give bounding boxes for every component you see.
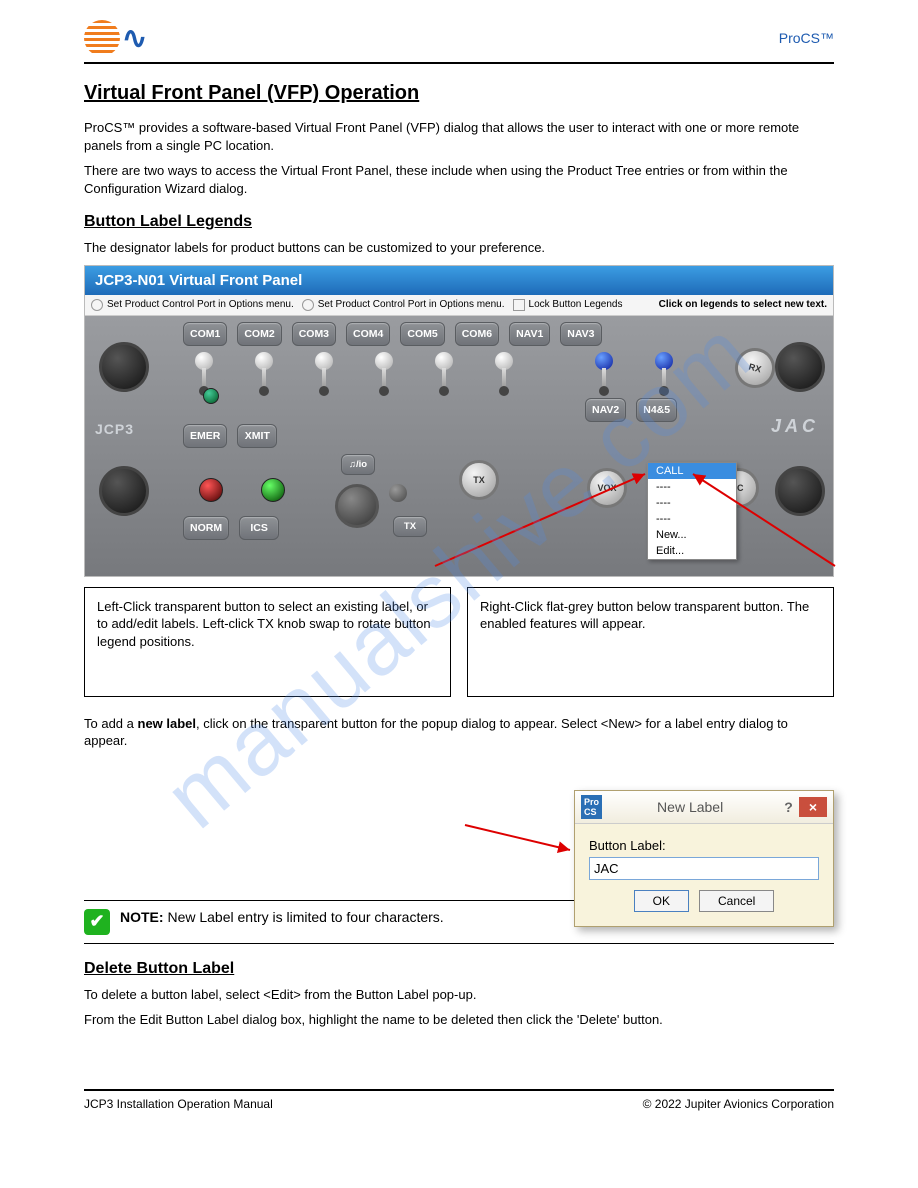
- checkmark-icon: ✔: [84, 909, 110, 935]
- lock-legends-checkbox[interactable]: Lock Button Legends: [513, 299, 623, 311]
- dropdown-item[interactable]: ----: [648, 479, 736, 495]
- footnote-right: Right-Click flat-grey button below trans…: [467, 587, 834, 697]
- com1-toggle[interactable]: [193, 352, 215, 392]
- footnote-row: Left-Click transparent button to select …: [84, 587, 834, 697]
- norm-led-red: [199, 478, 223, 502]
- vox-knob[interactable]: VOX: [587, 468, 627, 508]
- dropdown-item[interactable]: ----: [648, 495, 736, 511]
- sub2-title: Delete Button Label: [84, 960, 834, 978]
- large-knob-top-left[interactable]: [99, 342, 149, 392]
- n45-button[interactable]: N4&5: [636, 398, 677, 422]
- footnote-left: Left-Click transparent button to select …: [84, 587, 451, 697]
- footer-left: JCP3 Installation Operation Manual: [84, 1097, 273, 1111]
- header-product: ProCS™: [779, 30, 834, 46]
- status-led-green-small: [203, 388, 219, 404]
- emer-button[interactable]: EMER: [183, 424, 227, 448]
- dialog-icon: ProCS: [581, 795, 602, 819]
- large-knob-top-right[interactable]: [775, 342, 825, 392]
- tx-button[interactable]: TX: [393, 516, 427, 537]
- intro-p2: There are two ways to access the Virtual…: [84, 162, 834, 197]
- cancel-button[interactable]: Cancel: [699, 890, 774, 912]
- com1-button[interactable]: COM1: [183, 322, 227, 346]
- large-knob-bottom-right[interactable]: [775, 466, 825, 516]
- sub2-p2: From the Edit Button Label dialog box, h…: [84, 1011, 834, 1029]
- vfp-toolbar: Set Product Control Port in Options menu…: [85, 295, 833, 316]
- vfp-panel-body: JCP3 JAC COM1 COM2 COM3 COM4 COM5 COM6 N…: [85, 316, 833, 576]
- ok-button[interactable]: OK: [634, 890, 689, 912]
- dropdown-item-edit[interactable]: Edit...: [648, 543, 736, 559]
- intro-p1: ProCS™ provides a software-based Virtual…: [84, 119, 834, 154]
- close-icon[interactable]: ×: [799, 797, 827, 817]
- sub1-p: The designator labels for product button…: [84, 239, 834, 257]
- sub1-title: Button Label Legends: [84, 213, 834, 231]
- new-label-para: To add a new label, click on the transpa…: [84, 715, 834, 750]
- com4-button[interactable]: COM4: [346, 322, 390, 346]
- logo-globe-icon: [84, 20, 120, 56]
- tx-knob[interactable]: TX: [459, 460, 499, 500]
- page: manualshive.com ∿ ProCS™ Virtual Front P…: [0, 0, 918, 1151]
- large-knob-bottom-left[interactable]: [99, 466, 149, 516]
- com5-button[interactable]: COM5: [400, 322, 444, 346]
- ics-button[interactable]: ICS: [239, 516, 279, 540]
- nav2-button[interactable]: NAV2: [585, 398, 626, 422]
- vfp-hint: Click on legends to select new text.: [659, 299, 827, 310]
- section-title: Virtual Front Panel (VFP) Operation: [84, 82, 834, 105]
- xmit-button[interactable]: XMIT: [237, 424, 277, 448]
- com2-button[interactable]: COM2: [237, 322, 281, 346]
- vfp-titlebar: JCP3-N01 Virtual Front Panel: [85, 266, 833, 295]
- com3-toggle[interactable]: [313, 352, 335, 392]
- arrow-to-dialog-icon: [460, 820, 580, 860]
- top-button-row: COM1 COM2 COM3 COM4 COM5 COM6 NAV1 NAV3: [183, 322, 602, 346]
- page-footer: JCP3 Installation Operation Manual © 202…: [84, 1089, 834, 1111]
- nav3-toggle[interactable]: [653, 352, 675, 392]
- logo-wave-icon: ∿: [122, 21, 147, 56]
- audio-io-button[interactable]: ♫/io: [341, 454, 375, 475]
- ics-led-green: [261, 478, 285, 502]
- new-label-dialog: ProCS New Label ? × Button Label: OK Can…: [574, 790, 834, 927]
- vfp-option2-radio[interactable]: Set Product Control Port in Options menu…: [302, 299, 505, 311]
- com6-toggle[interactable]: [493, 352, 515, 392]
- nav1-button[interactable]: NAV1: [509, 322, 550, 346]
- nav-row: NAV2 N4&5: [585, 398, 677, 422]
- com5-toggle[interactable]: [433, 352, 455, 392]
- left-row-2: EMER XMIT: [183, 424, 277, 448]
- com2-toggle[interactable]: [253, 352, 275, 392]
- panel-model: JCP3: [95, 421, 134, 437]
- rx-knob[interactable]: RX: [731, 343, 780, 392]
- norm-button[interactable]: NORM: [183, 516, 229, 540]
- button-label-input[interactable]: [589, 857, 819, 880]
- com4-toggle[interactable]: [373, 352, 395, 392]
- com6-button[interactable]: COM6: [455, 322, 499, 346]
- nav1-toggle[interactable]: [593, 352, 615, 392]
- footer-right: © 2022 Jupiter Avionics Corporation: [643, 1097, 834, 1111]
- dropdown-item-new[interactable]: New...: [648, 527, 736, 543]
- dialog-title: New Label: [602, 799, 778, 815]
- panel-brand: JAC: [771, 416, 819, 437]
- dialog-titlebar: ProCS New Label ? ×: [575, 791, 833, 824]
- dialog-field-label: Button Label:: [589, 838, 819, 853]
- help-icon[interactable]: ?: [784, 799, 793, 815]
- vfp-option1-radio[interactable]: Set Product Control Port in Options menu…: [91, 299, 294, 311]
- rotary-selector[interactable]: [335, 484, 379, 528]
- label-dropdown[interactable]: CALL ---- ---- ---- New... Edit...: [647, 462, 737, 560]
- dropdown-item-selected[interactable]: CALL: [648, 463, 736, 479]
- left-row-3: NORM ICS: [183, 516, 279, 540]
- dropdown-item[interactable]: ----: [648, 511, 736, 527]
- sub2-p1: To delete a button label, select <Edit> …: [84, 986, 834, 1004]
- nav3-button[interactable]: NAV3: [560, 322, 601, 346]
- vfp-window: JCP3-N01 Virtual Front Panel Set Product…: [84, 265, 834, 577]
- dialog-body: Button Label: OK Cancel: [575, 824, 833, 926]
- com3-button[interactable]: COM3: [292, 322, 336, 346]
- small-pushbutton[interactable]: [389, 484, 407, 502]
- header: ∿ ProCS™: [84, 20, 834, 64]
